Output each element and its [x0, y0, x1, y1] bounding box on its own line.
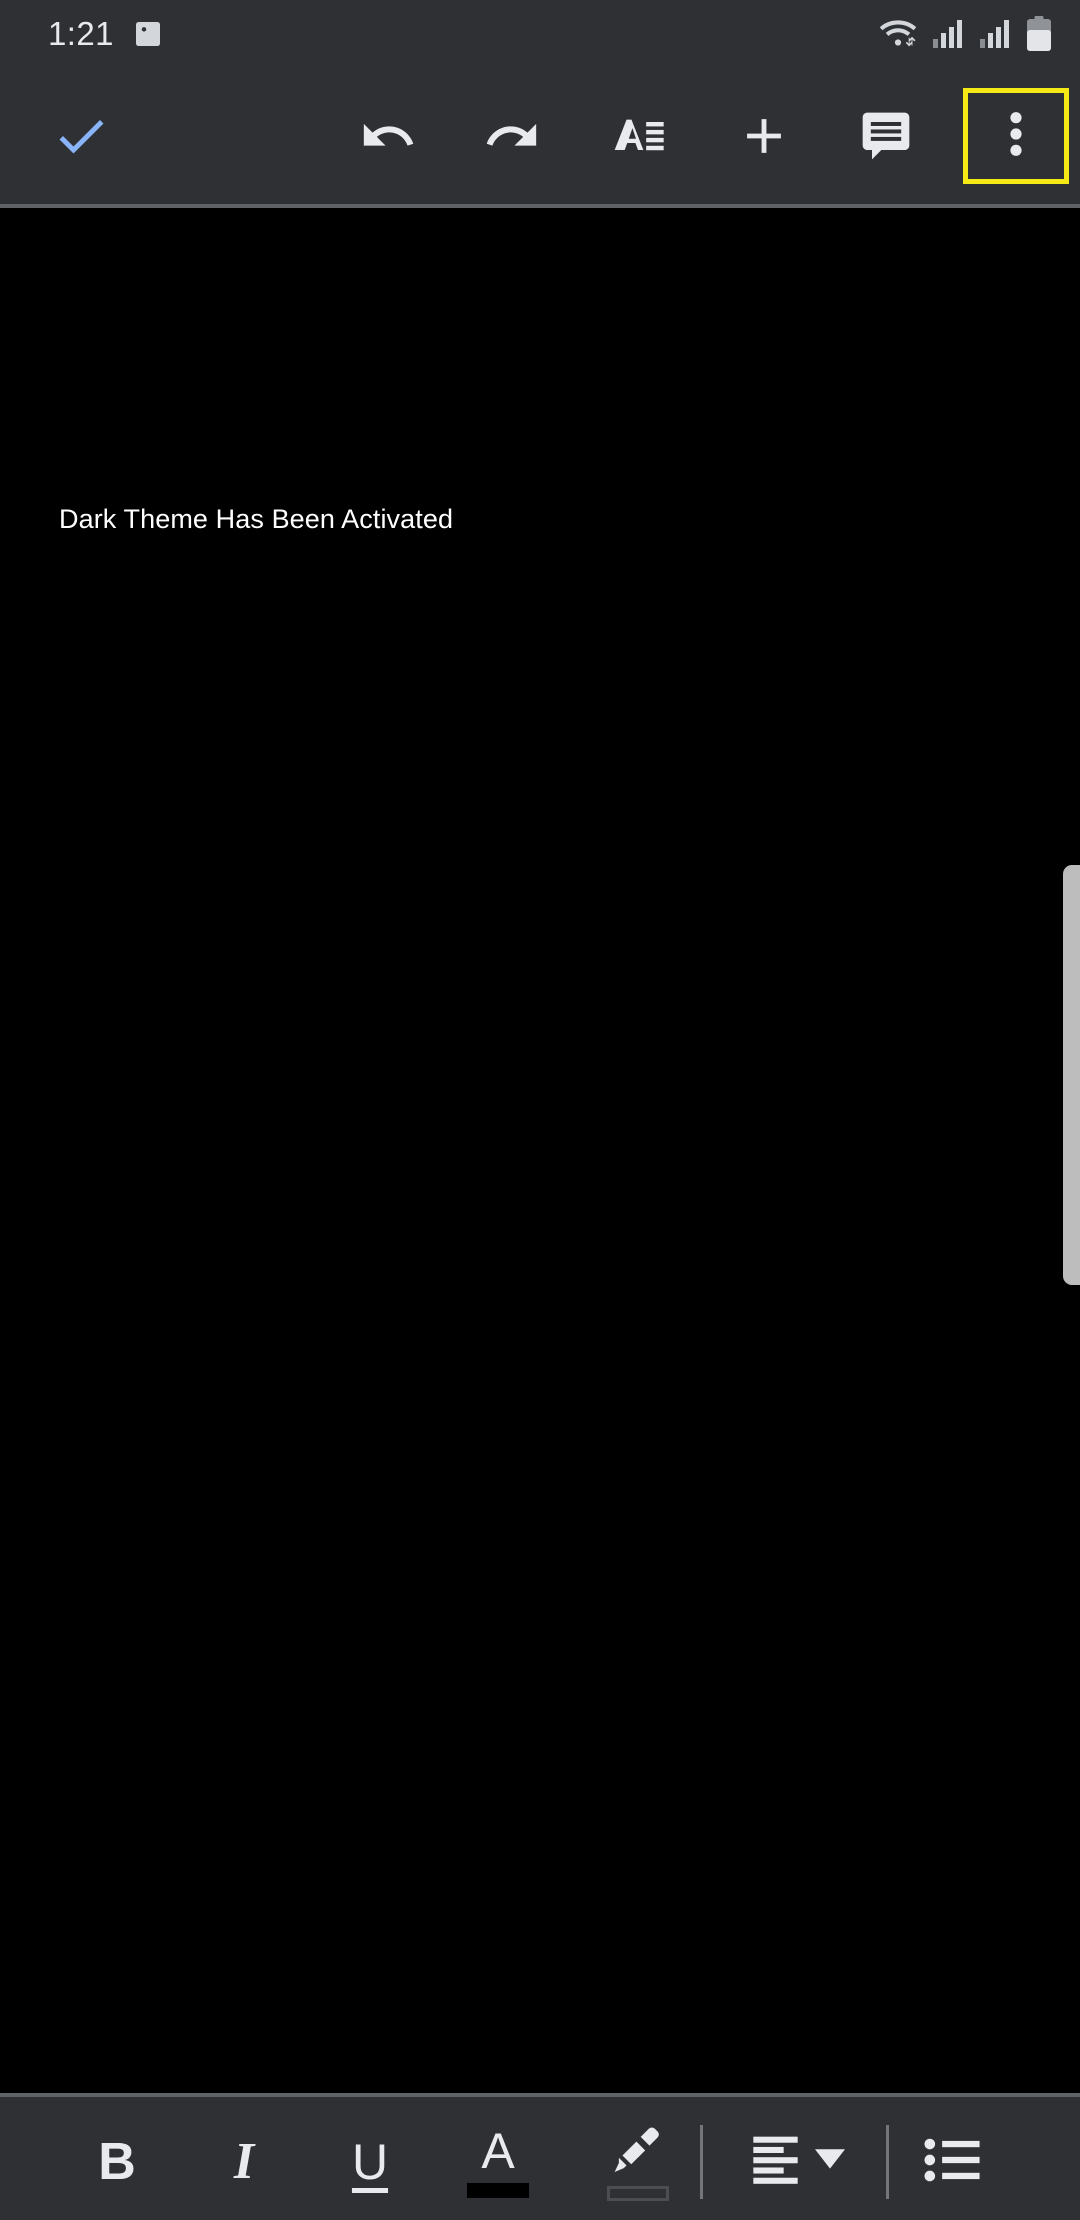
document-body-text[interactable]: Dark Theme Has Been Activated	[59, 502, 453, 536]
signal-sim1-icon	[932, 19, 966, 49]
toolbar-divider-1	[700, 2125, 703, 2199]
bulleted-list-icon	[924, 2137, 982, 2188]
italic-glyph: I	[233, 2133, 255, 2190]
status-bar-left: 1:21	[48, 15, 164, 53]
redo-button[interactable]	[464, 90, 560, 186]
text-color-glyph: A	[481, 2123, 515, 2179]
bold-button[interactable]: B	[69, 2111, 165, 2213]
underline-glyph: U	[351, 2134, 389, 2190]
comment-button[interactable]	[838, 90, 934, 186]
align-button[interactable]	[730, 2111, 865, 2213]
highlight-color-button[interactable]	[590, 2111, 686, 2213]
top-toolbar	[0, 68, 1080, 208]
signal-sim2-icon	[979, 19, 1013, 49]
check-icon	[51, 106, 111, 171]
redo-icon	[483, 107, 541, 170]
comment-icon	[858, 108, 914, 169]
status-bar: 1:21	[0, 0, 1080, 68]
undo-icon	[359, 107, 417, 170]
document-canvas[interactable]: Dark Theme Has Been Activated	[0, 212, 1080, 2093]
highlighter-pen-icon	[611, 2124, 665, 2179]
underline-button[interactable]: U	[322, 2111, 418, 2213]
more-options-button[interactable]	[963, 88, 1069, 184]
text-color-button[interactable]: A	[450, 2111, 546, 2213]
chevron-down-icon	[814, 2148, 845, 2176]
done-button[interactable]	[33, 90, 129, 186]
insert-button[interactable]	[716, 90, 812, 186]
format-button[interactable]	[590, 90, 686, 186]
format-text-icon	[610, 108, 666, 169]
bulleted-list-button[interactable]	[905, 2111, 1001, 2213]
vertical-scrollbar[interactable]	[1063, 865, 1080, 1285]
text-color-swatch	[467, 2183, 529, 2198]
wifi-icon	[877, 17, 919, 51]
battery-icon	[1026, 16, 1052, 52]
text-color-stack: A	[467, 2126, 529, 2198]
italic-button[interactable]: I	[196, 2111, 292, 2213]
bottom-formatting-toolbar: B I U A	[0, 2093, 1080, 2220]
plus-icon	[735, 107, 793, 170]
undo-button[interactable]	[340, 90, 436, 186]
align-left-icon	[751, 2134, 807, 2191]
highlight-color-swatch	[607, 2185, 669, 2201]
bold-glyph: B	[98, 2133, 136, 2191]
more-vertical-icon	[996, 106, 1036, 167]
photo-icon	[132, 18, 164, 50]
highlight-color-stack	[607, 2124, 669, 2201]
toolbar-divider-2	[886, 2125, 889, 2199]
status-clock: 1:21	[48, 15, 114, 52]
status-bar-right	[877, 16, 1052, 52]
